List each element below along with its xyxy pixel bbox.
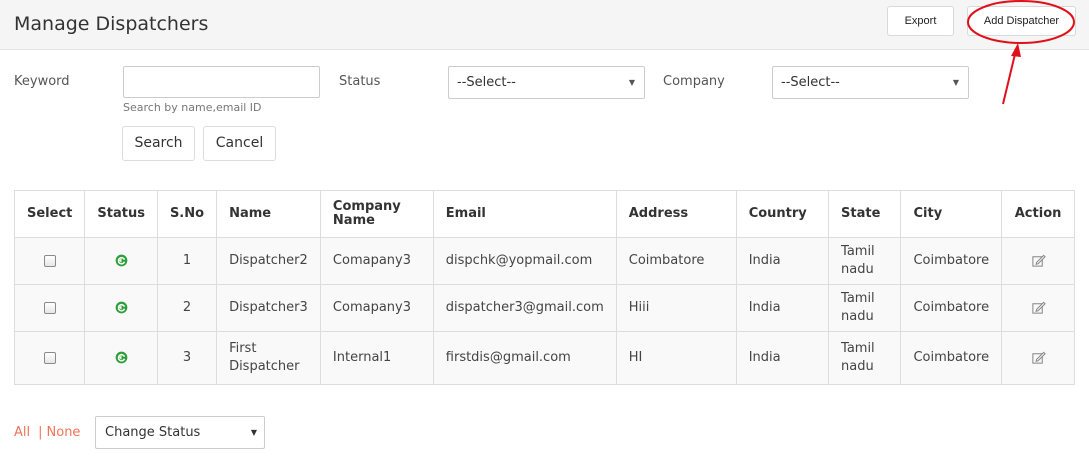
- status-active-icon[interactable]: [115, 301, 128, 314]
- row-sno: 1: [156, 237, 218, 285]
- row-checkbox[interactable]: [43, 351, 56, 364]
- row-status-cell: [84, 331, 158, 385]
- change-status-value: Change Status: [105, 425, 201, 440]
- row-company-link[interactable]: Comapany3: [319, 237, 434, 285]
- page-header: Manage Dispatchers Export Add Dispatcher: [0, 0, 1089, 50]
- search-button[interactable]: Search: [122, 126, 195, 161]
- row-status-cell: [84, 284, 158, 332]
- row-company-link[interactable]: Comapany3: [319, 284, 434, 332]
- column-header-name: Name: [216, 190, 321, 238]
- keyword-label: Keyword: [14, 74, 70, 89]
- chevron-down-icon: ▼: [628, 78, 635, 87]
- row-action-cell: [1001, 284, 1075, 332]
- row-state: Tamil nadu: [828, 331, 902, 385]
- bulk-select-links: All | None: [14, 425, 80, 440]
- table-row: 3 First Dispatcher Internal1 firstdis@gm…: [13, 331, 1075, 385]
- chevron-down-icon: ▼: [952, 78, 959, 87]
- cancel-button[interactable]: Cancel: [203, 126, 276, 161]
- row-state: Tamil nadu: [828, 284, 902, 332]
- row-email: dispchk@yopmail.com: [432, 237, 617, 285]
- status-label: Status: [339, 74, 381, 89]
- column-header-action: Action: [1001, 190, 1075, 238]
- row-sno: 3: [156, 331, 218, 385]
- row-name-link[interactable]: Dispatcher3: [216, 284, 321, 332]
- row-name-link[interactable]: Dispatcher2: [216, 237, 321, 285]
- column-header-country: Country: [735, 190, 830, 238]
- table-header-row: Select Status S.No Name Company Name Ema…: [13, 190, 1075, 238]
- annotation-arrow-line: [1002, 49, 1017, 105]
- column-header-city: City: [900, 190, 1003, 238]
- row-checkbox[interactable]: [43, 254, 56, 267]
- column-header-sno: S.No: [156, 190, 218, 238]
- column-header-address: Address: [615, 190, 737, 238]
- page-title: Manage Dispatchers: [14, 13, 209, 35]
- row-state: Tamil nadu: [828, 237, 902, 285]
- change-status-select[interactable]: Change Status ▼: [95, 416, 265, 449]
- table-row: 1 Dispatcher2 Comapany3 dispchk@yopmail.…: [13, 237, 1075, 285]
- row-company-link[interactable]: Internal1: [319, 331, 434, 385]
- row-select-cell: [13, 331, 86, 385]
- select-all-link[interactable]: All: [14, 425, 30, 440]
- row-city: Coimbatore: [900, 237, 1003, 285]
- table-row: 2 Dispatcher3 Comapany3 dispatcher3@gmai…: [13, 284, 1075, 332]
- row-email: dispatcher3@gmail.com: [432, 284, 617, 332]
- row-select-cell: [13, 284, 86, 332]
- row-action-cell: [1001, 237, 1075, 285]
- column-header-company: Company Name: [319, 190, 434, 238]
- keyword-input[interactable]: [123, 66, 320, 98]
- row-city: Coimbatore: [900, 284, 1003, 332]
- row-country: India: [735, 331, 830, 385]
- row-select-cell: [13, 237, 86, 285]
- row-action-cell: [1001, 331, 1075, 385]
- status-active-icon[interactable]: [115, 254, 128, 267]
- column-header-email: Email: [432, 190, 617, 238]
- keyword-hint: Search by name,email ID: [123, 101, 262, 114]
- company-select-value: --Select--: [781, 75, 840, 90]
- select-none-link[interactable]: None: [47, 425, 81, 440]
- status-select-value: --Select--: [457, 75, 516, 90]
- company-select[interactable]: --Select-- ▼: [772, 66, 969, 99]
- status-active-icon[interactable]: [115, 351, 128, 364]
- row-name-link[interactable]: First Dispatcher: [216, 331, 321, 385]
- status-select[interactable]: --Select-- ▼: [448, 66, 645, 99]
- row-email: firstdis@gmail.com: [432, 331, 617, 385]
- row-country: India: [735, 284, 830, 332]
- row-sno: 2: [156, 284, 218, 332]
- row-address: Coimbatore: [615, 237, 737, 285]
- edit-icon[interactable]: [1031, 350, 1046, 365]
- row-address: Hiii: [615, 284, 737, 332]
- row-country: India: [735, 237, 830, 285]
- export-button[interactable]: Export: [887, 6, 954, 36]
- row-status-cell: [84, 237, 158, 285]
- edit-icon[interactable]: [1031, 253, 1046, 268]
- link-separator: |: [38, 425, 43, 440]
- edit-icon[interactable]: [1031, 300, 1046, 315]
- column-header-state: State: [828, 190, 902, 238]
- company-label: Company: [663, 74, 725, 89]
- row-checkbox[interactable]: [43, 301, 56, 314]
- dispatchers-table: Select Status S.No Name Company Name Ema…: [13, 190, 1075, 385]
- column-header-select: Select: [13, 190, 86, 238]
- column-header-status: Status: [84, 190, 158, 238]
- add-dispatcher-button[interactable]: Add Dispatcher: [967, 6, 1076, 36]
- chevron-down-icon: ▼: [250, 428, 257, 437]
- row-city: Coimbatore: [900, 331, 1003, 385]
- row-address: HI: [615, 331, 737, 385]
